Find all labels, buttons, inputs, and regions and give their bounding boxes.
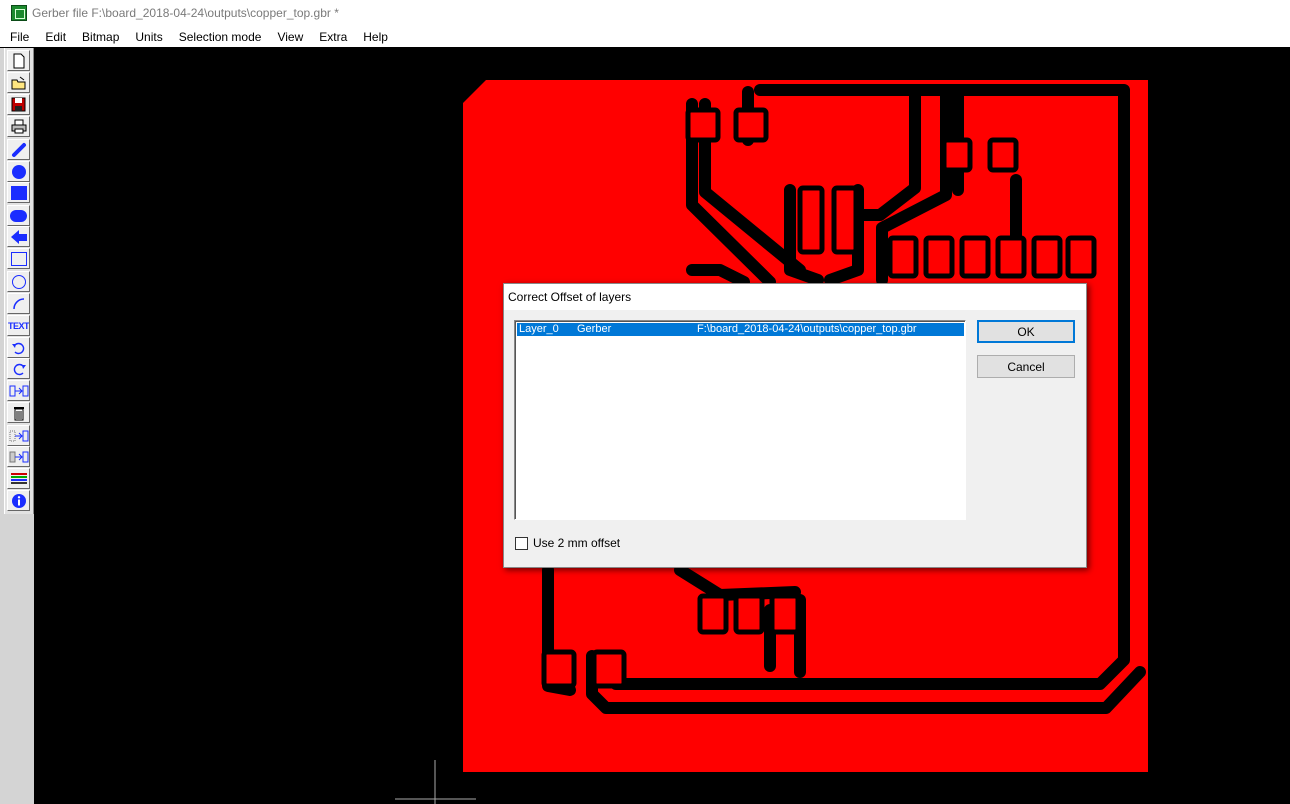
use-2mm-offset-label[interactable]: Use 2 mm offset — [533, 536, 620, 550]
pad — [831, 185, 859, 255]
tool-draw-polygon-button[interactable] — [7, 226, 30, 247]
app-icon — [11, 5, 27, 21]
open-folder-icon — [11, 76, 27, 90]
menu-extra[interactable]: Extra — [310, 30, 354, 44]
move-icon — [9, 384, 29, 398]
tool-palette: TEXT — [4, 48, 34, 514]
tool-layers-button[interactable] — [7, 468, 30, 489]
tool-draw-line-button[interactable] — [7, 139, 30, 160]
tool-delete-button[interactable] — [7, 402, 30, 423]
pad — [1031, 235, 1063, 279]
pad — [697, 593, 729, 635]
tool-new-file-button[interactable] — [7, 50, 30, 71]
tool-draw-circle-outline-button[interactable] — [7, 271, 30, 292]
draw-line-icon — [11, 142, 27, 158]
tool-palette-empty-area — [4, 514, 34, 804]
ok-button[interactable]: OK — [977, 320, 1075, 343]
text-tool-icon: TEXT — [8, 320, 30, 331]
tool-redo-button[interactable] — [7, 358, 30, 379]
menu-selection-mode[interactable]: Selection mode — [170, 30, 269, 44]
pad — [941, 137, 973, 173]
undo-icon — [11, 341, 27, 355]
tool-text-tool-button[interactable]: TEXT — [7, 315, 30, 336]
copy-move-icon — [9, 429, 29, 443]
dialog-title: Correct Offset of layers — [508, 290, 632, 304]
tool-save-button[interactable] — [7, 94, 30, 115]
menu-bar: File Edit Bitmap Units Selection mode Vi… — [0, 26, 1290, 47]
tool-open-folder-button[interactable] — [7, 72, 30, 93]
window-title: Gerber file F:\board_2018-04-24\outputs\… — [32, 6, 339, 20]
menu-file[interactable]: File — [0, 30, 36, 44]
tool-copy-move-button[interactable] — [7, 425, 30, 446]
dialog-titlebar[interactable]: Correct Offset of layers — [504, 284, 1086, 310]
redo-icon — [11, 362, 27, 376]
tool-mirror-move-button[interactable] — [7, 446, 30, 467]
pad — [733, 593, 765, 635]
pad — [769, 593, 801, 635]
tool-move-button[interactable] — [7, 380, 30, 401]
print-icon — [11, 119, 27, 134]
pad — [959, 235, 991, 279]
draw-rounded-rect-icon — [9, 209, 28, 223]
pad — [797, 185, 825, 255]
pad — [887, 235, 919, 279]
layers-icon — [10, 472, 28, 486]
pad — [923, 235, 955, 279]
menu-bitmap[interactable]: Bitmap — [73, 30, 126, 44]
menu-edit[interactable]: Edit — [36, 30, 73, 44]
tool-draw-arc-button[interactable] — [7, 293, 30, 314]
layer-list-row[interactable]: Layer_0 Gerber F:\board_2018-04-24\outpu… — [517, 323, 964, 336]
correct-offset-dialog: Correct Offset of layers Layer_0 Gerber … — [503, 283, 1087, 568]
tool-info-button[interactable] — [7, 490, 30, 511]
draw-arc-icon — [11, 296, 27, 312]
new-file-icon — [12, 53, 26, 69]
draw-polygon-icon — [10, 229, 28, 245]
tool-undo-button[interactable] — [7, 337, 30, 358]
pad — [541, 649, 577, 689]
tool-draw-filled-rect-button[interactable] — [7, 182, 30, 203]
layer-name: Layer_0 — [519, 323, 559, 335]
use-2mm-offset-checkbox[interactable] — [515, 537, 528, 550]
draw-filled-rect-icon — [10, 185, 28, 201]
pad — [987, 137, 1019, 173]
info-icon — [11, 493, 27, 509]
save-icon — [11, 97, 26, 112]
pad — [685, 107, 721, 143]
menu-units[interactable]: Units — [126, 30, 169, 44]
menu-help[interactable]: Help — [354, 30, 395, 44]
layer-list[interactable]: Layer_0 Gerber F:\board_2018-04-24\outpu… — [514, 320, 966, 520]
layer-type: Gerber — [577, 323, 612, 335]
delete-icon — [12, 405, 26, 421]
cancel-button[interactable]: Cancel — [977, 355, 1075, 378]
tool-draw-rounded-rect-button[interactable] — [7, 205, 30, 226]
draw-rect-outline-icon — [10, 251, 28, 267]
pad — [1065, 235, 1097, 279]
tool-draw-rect-outline-button[interactable] — [7, 248, 30, 269]
pad — [591, 649, 627, 689]
pad — [995, 235, 1027, 279]
window-titlebar: Gerber file F:\board_2018-04-24\outputs\… — [0, 0, 1290, 26]
tool-draw-filled-circle-button[interactable] — [7, 161, 30, 182]
pad — [733, 107, 769, 143]
tool-print-button[interactable] — [7, 116, 30, 137]
menu-view[interactable]: View — [268, 30, 310, 44]
draw-filled-circle-icon — [11, 164, 27, 180]
mirror-move-icon — [9, 450, 29, 464]
draw-circle-outline-icon — [11, 274, 27, 290]
layer-path: F:\board_2018-04-24\outputs\copper_top.g… — [697, 323, 917, 335]
